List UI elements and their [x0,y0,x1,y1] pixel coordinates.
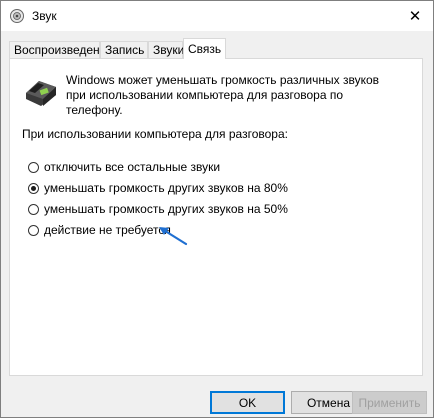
option-label: отключить все остальные звуки [44,160,221,174]
window-title: Звук [32,9,57,23]
group-label: При использовании компьютера для разгово… [22,127,288,141]
sound-dialog: Звук ✕ Воспроизведение Запись Звуки Связ… [0,0,434,418]
title-bar[interactable]: Звук ✕ [1,1,433,31]
option-mute-all[interactable]: отключить все остальные звуки [28,159,220,175]
speaker-app-icon [10,9,24,23]
apply-button[interactable]: Применить [352,391,427,414]
radio-button[interactable] [28,161,39,173]
option-label: уменьшать громкость других звуков на 50% [44,202,288,216]
option-reduce-80[interactable]: уменьшать громкость других звуков на 80% [28,180,288,196]
close-button[interactable]: ✕ [397,1,433,31]
close-icon: ✕ [408,8,422,25]
option-reduce-50[interactable]: уменьшать громкость других звуков на 50% [28,201,288,217]
telephone-icon [26,81,56,106]
tab-sounds[interactable]: Звуки [148,41,184,59]
tab-playback[interactable]: Воспроизведение [9,41,113,59]
tab-recording[interactable]: Запись [100,41,148,59]
radio-button-checked[interactable] [28,182,39,194]
ok-button[interactable]: OK [210,391,285,414]
description-text: Windows может уменьшать громкость различ… [66,73,380,117]
option-label: уменьшать громкость других звуков на 80% [44,181,288,195]
option-do-nothing[interactable]: действие не требуется [28,222,171,238]
communications-panel: Windows может уменьшать громкость различ… [9,58,423,376]
tab-communications[interactable]: Связь [183,38,226,59]
pointer-arrow-icon [159,227,188,246]
radio-button[interactable] [28,224,39,236]
radio-button[interactable] [28,203,39,215]
option-label: действие не требуется [44,223,171,237]
